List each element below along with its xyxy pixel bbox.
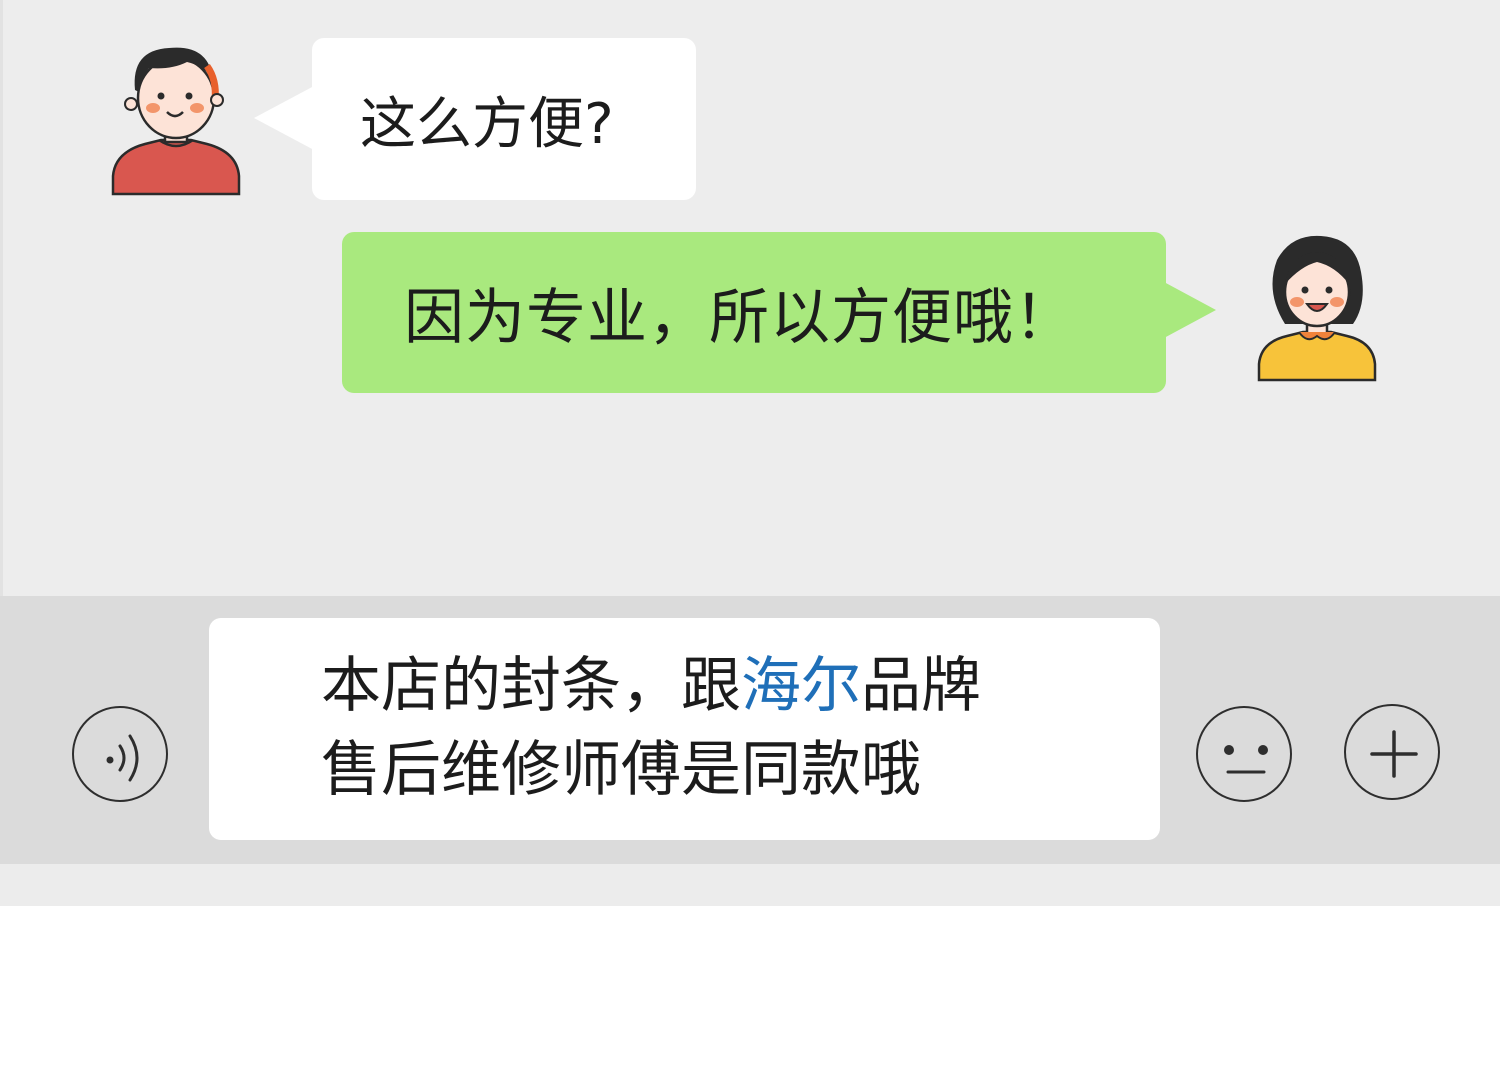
plus-icon — [1370, 730, 1418, 778]
input-text-part: 本店的封条，跟 — [321, 651, 741, 721]
input-text-part: 品牌 — [861, 651, 981, 721]
outgoing-message-text: 因为专业，所以方便哦！ — [404, 283, 1075, 353]
outgoing-message-bubble[interactable]: 因为专业，所以方便哦！ — [342, 232, 1216, 393]
input-line-1: 本店的封条，跟海尔品牌 — [321, 644, 1160, 728]
bubble-tail — [1164, 282, 1216, 338]
input-line-2: 售后维修师傅是同款哦 — [321, 735, 921, 805]
chat-screen: 这么方便? 因为专业，所以方便哦！ 本店的封条，跟海尔品牌 售后维修师傅是同款哦 — [0, 0, 1500, 1083]
brand-name-text: 海尔 — [741, 651, 861, 721]
emoji-icon — [1224, 745, 1268, 774]
incoming-message-bubble[interactable]: 这么方便? — [254, 38, 696, 200]
avatar-contact[interactable] — [109, 40, 243, 196]
bubble-tail — [254, 86, 314, 150]
incoming-message-text: 这么方便? — [360, 91, 614, 157]
input-bottom-strip — [0, 864, 1500, 906]
emoji-button[interactable] — [1196, 706, 1292, 802]
voice-icon — [106, 734, 139, 782]
message-input[interactable]: 本店的封条，跟海尔品牌 售后维修师傅是同款哦 — [209, 618, 1160, 840]
message-list: 这么方便? 因为专业，所以方便哦！ — [0, 0, 1500, 596]
more-button[interactable] — [1344, 704, 1440, 800]
voice-button[interactable] — [72, 706, 168, 802]
contact-avatar-icon — [111, 47, 241, 196]
avatar-self[interactable] — [1255, 232, 1379, 382]
self-avatar-icon — [1257, 235, 1377, 382]
